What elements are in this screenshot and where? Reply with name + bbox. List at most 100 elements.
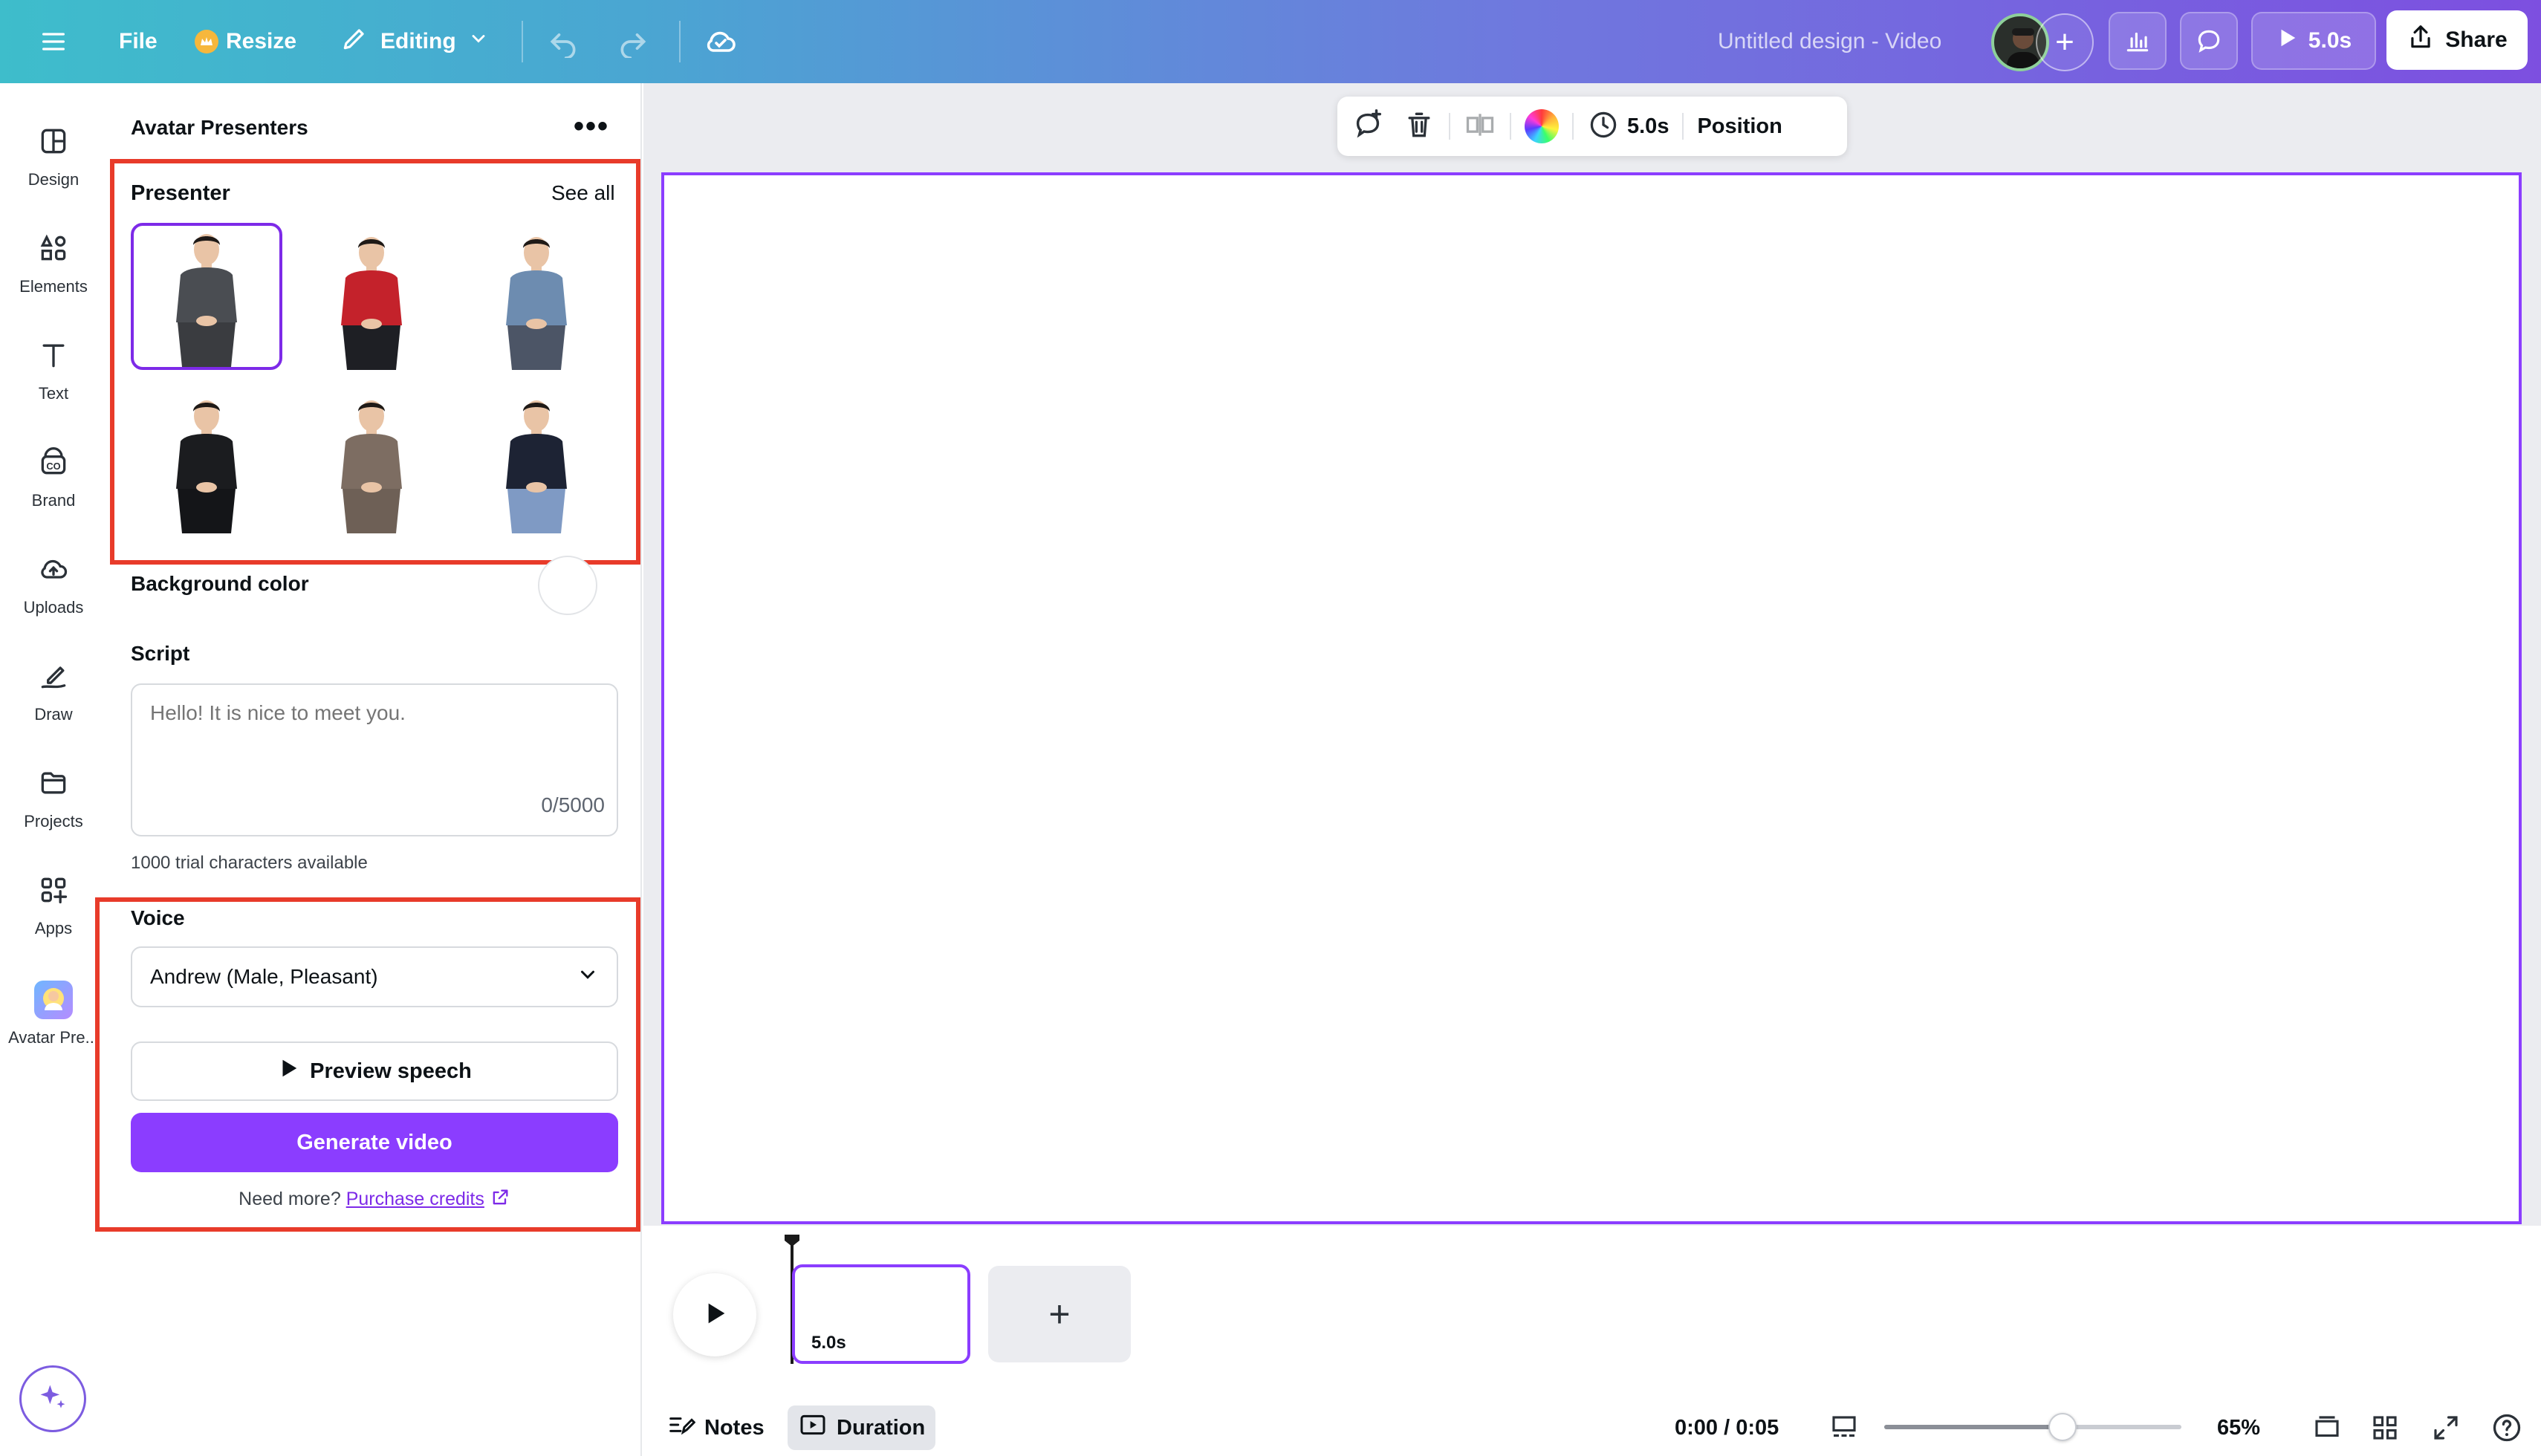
editing-label: Editing bbox=[380, 29, 456, 53]
elements-icon bbox=[37, 232, 70, 268]
rail-label: Uploads bbox=[23, 597, 84, 617]
need-more-note: Need more? Purchase credits bbox=[131, 1187, 618, 1213]
timer-icon[interactable] bbox=[1587, 108, 1620, 145]
insights-chart-icon[interactable] bbox=[2109, 12, 2167, 70]
file-menu[interactable]: File bbox=[119, 0, 158, 83]
color-wheel-icon[interactable] bbox=[1525, 109, 1559, 143]
fit-page-icon[interactable] bbox=[2309, 1410, 2345, 1446]
rail-label: Elements bbox=[19, 276, 88, 296]
rail-label: Brand bbox=[31, 490, 76, 510]
top-bar: File Resize Editing Untitled design - Vi… bbox=[0, 0, 2541, 83]
duration-button[interactable]: Duration bbox=[788, 1405, 936, 1450]
play-duration: 5.0s bbox=[2308, 28, 2352, 53]
background-color-label: Background color bbox=[131, 572, 309, 595]
cloud-save-icon[interactable] bbox=[703, 0, 739, 83]
apps-icon bbox=[37, 874, 70, 910]
rail-item-avatar-presenters[interactable]: Avatar Pre... bbox=[0, 966, 107, 1062]
context-toolbar: 5.0s Position bbox=[1337, 97, 1847, 156]
rail-item-draw[interactable]: Draw bbox=[0, 643, 107, 740]
purchase-credits-link[interactable]: Purchase credits bbox=[346, 1189, 484, 1209]
rail-item-projects[interactable]: Projects bbox=[0, 750, 107, 847]
hamburger-menu-icon[interactable] bbox=[39, 0, 68, 83]
background-color-swatch[interactable] bbox=[538, 556, 597, 615]
add-comment-icon[interactable] bbox=[1351, 108, 1385, 146]
external-link-icon bbox=[490, 1187, 510, 1213]
presenter-brown-suit[interactable] bbox=[296, 386, 447, 533]
rail-item-brand[interactable]: CO Brand bbox=[0, 429, 107, 526]
grid-view-icon[interactable] bbox=[2367, 1410, 2403, 1446]
rail-item-elements[interactable]: Elements bbox=[0, 215, 107, 312]
projects-icon bbox=[37, 767, 70, 803]
playhead-marker-icon[interactable] bbox=[783, 1233, 801, 1248]
notes-button[interactable]: Notes bbox=[666, 1405, 765, 1450]
position-button[interactable]: Position bbox=[1697, 114, 1782, 139]
voice-select[interactable]: Andrew (Male, Pleasant) bbox=[131, 946, 618, 1007]
zoom-slider-thumb[interactable] bbox=[2048, 1413, 2077, 1441]
page-view-icon[interactable] bbox=[1826, 1410, 1862, 1446]
time-readout: 0:00 / 0:05 bbox=[1675, 1415, 1779, 1440]
presenter-navy-tshirt[interactable] bbox=[461, 386, 612, 533]
zoom-slider-track[interactable] bbox=[1884, 1425, 2181, 1429]
rail-label: Design bbox=[27, 169, 79, 189]
voice-label: Voice bbox=[131, 906, 185, 929]
brand-icon: CO bbox=[37, 446, 70, 482]
crown-icon bbox=[195, 30, 218, 53]
divider bbox=[1682, 113, 1684, 140]
chevron-down-icon bbox=[577, 963, 599, 991]
magic-sparkle-button[interactable] bbox=[19, 1365, 86, 1432]
svg-text:CO: CO bbox=[46, 461, 60, 472]
duration-play-icon bbox=[798, 1410, 828, 1446]
add-scene-button[interactable]: + bbox=[988, 1266, 1131, 1362]
play-preview-button[interactable]: 5.0s bbox=[2251, 12, 2376, 70]
design-canvas[interactable] bbox=[661, 172, 2522, 1224]
text-icon bbox=[37, 339, 70, 375]
redo-icon[interactable] bbox=[617, 0, 649, 83]
play-icon bbox=[277, 1057, 299, 1085]
rail-label: Avatar Pre... bbox=[8, 1028, 99, 1047]
rail-label: Projects bbox=[24, 811, 83, 831]
draw-icon bbox=[37, 660, 70, 696]
editing-mode-dropdown[interactable]: Editing bbox=[340, 0, 489, 83]
rail-item-text[interactable]: Text bbox=[0, 322, 107, 419]
see-all-link[interactable]: See all bbox=[551, 181, 615, 205]
document-title[interactable]: Untitled design - Video bbox=[1718, 0, 1941, 83]
notes-label: Notes bbox=[704, 1415, 765, 1440]
need-more-text: Need more? bbox=[238, 1189, 341, 1210]
timeline-play-button[interactable] bbox=[673, 1273, 756, 1356]
sparkle-icon bbox=[36, 1381, 69, 1417]
share-button[interactable]: Share bbox=[2386, 10, 2528, 70]
divider bbox=[1572, 113, 1574, 140]
share-label: Share bbox=[2445, 27, 2508, 52]
scene-duration-label: 5.0s bbox=[811, 1333, 846, 1353]
generate-video-button[interactable]: Generate video bbox=[131, 1113, 618, 1172]
undo-icon[interactable] bbox=[547, 0, 580, 83]
invite-plus-icon[interactable]: + bbox=[2036, 13, 2094, 71]
scene-duration[interactable]: 5.0s bbox=[1627, 114, 1669, 139]
resize-button[interactable]: Resize bbox=[195, 0, 296, 83]
avatar-presenters-app-icon bbox=[34, 981, 73, 1019]
rail-item-uploads[interactable]: Uploads bbox=[0, 536, 107, 633]
preview-speech-button[interactable]: Preview speech bbox=[131, 1041, 618, 1101]
presenter-black-suit[interactable] bbox=[131, 386, 282, 533]
panel-title: Avatar Presenters bbox=[131, 116, 308, 139]
divider bbox=[1510, 113, 1511, 140]
zoom-level[interactable]: 65% bbox=[2217, 1405, 2260, 1450]
rail-item-apps[interactable]: Apps bbox=[0, 857, 107, 954]
rail-label: Apps bbox=[34, 918, 73, 937]
voice-selected-value: Andrew (Male, Pleasant) bbox=[150, 965, 378, 988]
fullscreen-icon[interactable] bbox=[2428, 1410, 2464, 1446]
rail-item-design[interactable]: Design bbox=[0, 108, 107, 205]
split-page-icon[interactable] bbox=[1464, 108, 1496, 145]
uploads-icon bbox=[37, 553, 70, 589]
duration-label: Duration bbox=[837, 1415, 926, 1440]
more-options-icon[interactable]: ••• bbox=[574, 111, 609, 141]
trash-icon[interactable] bbox=[1403, 108, 1435, 145]
help-icon[interactable] bbox=[2489, 1410, 2525, 1446]
comment-icon[interactable] bbox=[2180, 12, 2238, 70]
character-count: 0/5000 bbox=[541, 793, 605, 816]
rail-label: Text bbox=[38, 383, 69, 403]
presenter-grey-blazer[interactable] bbox=[131, 223, 282, 370]
presenter-red-sweater[interactable] bbox=[296, 223, 447, 370]
divider bbox=[679, 21, 681, 62]
presenter-denim-shirt[interactable] bbox=[461, 223, 612, 370]
